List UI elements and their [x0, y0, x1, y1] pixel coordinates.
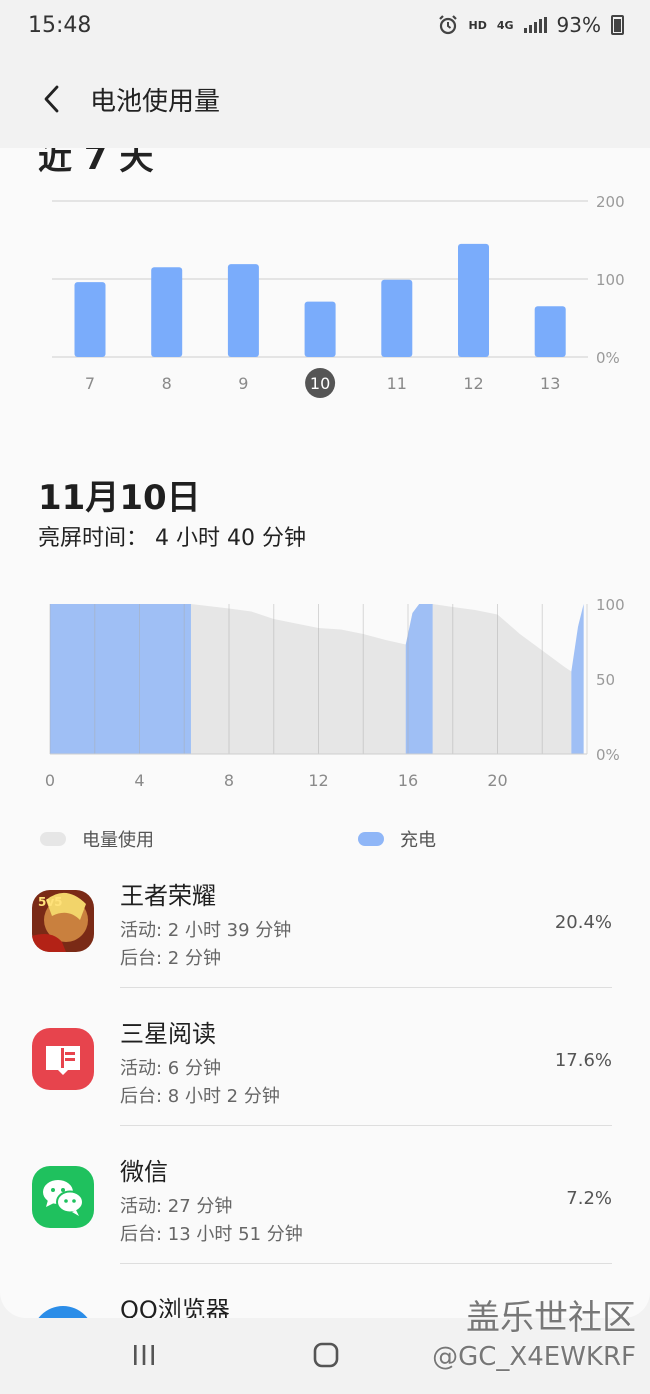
- watermark-handle: @GC_X4EWKRF: [432, 1342, 636, 1372]
- y-tick-label: 0%: [596, 746, 620, 764]
- main-card: 近 7 天 0% 100 200 7 8 9 10 11 12 13 11月10日 亮屏时间： 4…: [0, 148, 650, 1318]
- chevron-left-icon: [44, 85, 59, 113]
- home-icon: [313, 1342, 339, 1368]
- usage-area: [190, 604, 572, 754]
- charging-swatch: [358, 832, 384, 846]
- app-active-time: 活动: 6 分钟: [120, 1058, 221, 1079]
- page-title: 电池使用量: [90, 86, 221, 117]
- signal-icon: [523, 17, 547, 33]
- svg-text:5v5: 5v5: [38, 895, 63, 909]
- x-tick-label: 10: [310, 374, 330, 393]
- x-tick-label: 12: [463, 374, 483, 393]
- home-button[interactable]: [306, 1338, 346, 1372]
- y-tick-label: 100: [596, 271, 625, 289]
- selected-date: 11月10日: [38, 478, 201, 518]
- battery-icon: [611, 15, 624, 35]
- y-tick-label: 100: [596, 596, 625, 614]
- alarm-icon: [438, 15, 457, 35]
- status-icons: HD 4G 93%: [437, 13, 624, 37]
- x-tick-label: 11: [387, 374, 407, 393]
- app-row-honor-of-kings[interactable]: 5v5 王者荣耀 活动: 2 小时 39 分钟 后台: 2 分钟 20.4%: [0, 868, 650, 1006]
- divider: [120, 987, 612, 988]
- divider: [120, 1125, 612, 1126]
- qq-browser-icon: [32, 1306, 94, 1318]
- app-name: 王者荣耀: [120, 882, 216, 910]
- bar: [458, 243, 489, 357]
- bar: [227, 264, 259, 357]
- app-usage-percent: 17.6%: [554, 1050, 612, 1071]
- charging-area: [50, 604, 191, 754]
- y-tick-label: 0%: [596, 349, 620, 367]
- x-tick-label: 9: [238, 374, 248, 393]
- samsung-reader-icon: [32, 1028, 94, 1090]
- y-tick-label: 200: [596, 193, 625, 211]
- x-tick-label: 8: [224, 771, 234, 790]
- x-tick-label: 8: [162, 374, 172, 393]
- legend-usage-label: 电量使用: [82, 830, 154, 851]
- watermark-title: 盖乐世社区: [466, 1298, 636, 1338]
- bar: [74, 282, 106, 357]
- divider: [120, 1263, 612, 1264]
- legend-charging: 充电: [358, 826, 436, 852]
- app-name: 三星阅读: [120, 1020, 216, 1048]
- network-type: 4G: [496, 18, 514, 32]
- app-background-time: 后台: 2 分钟: [120, 948, 221, 969]
- x-tick-label: 12: [308, 771, 328, 790]
- usage-swatch: [40, 832, 66, 846]
- bar: [381, 279, 413, 357]
- screen-time: 亮屏时间： 4 小时 40 分钟: [38, 526, 306, 551]
- app-background-time: 后台: 13 小时 51 分钟: [120, 1224, 303, 1245]
- x-tick-label: 16: [398, 771, 418, 790]
- x-tick-label: 7: [85, 374, 95, 393]
- honor-of-kings-icon: 5v5: [32, 890, 94, 952]
- app-usage-percent: 20.4%: [554, 912, 612, 933]
- app-active-time: 活动: 2 小时 39 分钟: [120, 920, 292, 941]
- charging-area: [405, 604, 433, 754]
- bar: [304, 301, 336, 357]
- x-tick-label: 0: [45, 771, 55, 790]
- app-row-samsung-reader[interactable]: 三星阅读 活动: 6 分钟 后台: 8 小时 2 分钟 17.6%: [0, 1006, 650, 1144]
- status-time: 15:48: [28, 12, 92, 38]
- x-tick-label: 13: [540, 374, 560, 393]
- app-row-wechat[interactable]: 微信 活动: 27 分钟 后台: 13 小时 51 分钟 7.2%: [0, 1144, 650, 1282]
- x-tick-label: 20: [487, 771, 507, 790]
- daily-battery-chart: 0% 50 100 0 4 8 12 16 20: [45, 596, 625, 790]
- app-name: QQ浏览器: [120, 1296, 230, 1318]
- back-button[interactable]: [22, 69, 82, 129]
- y-tick-label: 50: [596, 671, 615, 689]
- app-active-time: 活动: 27 分钟: [120, 1196, 233, 1217]
- weekly-bar-chart[interactable]: 0% 100 200 7 8 9 10 11 12 13: [0, 178, 650, 438]
- bar: [151, 267, 183, 357]
- app-background-time: 后台: 8 小时 2 分钟: [120, 1086, 280, 1107]
- week-section-title: 近 7 天: [38, 148, 154, 178]
- legend-charging-label: 充电: [400, 830, 436, 851]
- battery-percent: 93%: [556, 13, 601, 37]
- status-bar: 15:48 HD 4G 93%: [0, 0, 650, 50]
- legend-usage: 电量使用: [40, 826, 154, 852]
- app-name: 微信: [120, 1158, 168, 1186]
- charging-area: [571, 604, 584, 754]
- wechat-icon: [32, 1166, 94, 1228]
- hd-indicator: HD: [468, 18, 487, 32]
- app-usage-percent: 7.2%: [566, 1188, 612, 1209]
- recents-button[interactable]: [124, 1338, 164, 1372]
- recents-icon: [134, 1345, 154, 1365]
- x-tick-label: 4: [134, 771, 144, 790]
- app-header: 电池使用量: [0, 50, 650, 148]
- bar: [534, 306, 566, 357]
